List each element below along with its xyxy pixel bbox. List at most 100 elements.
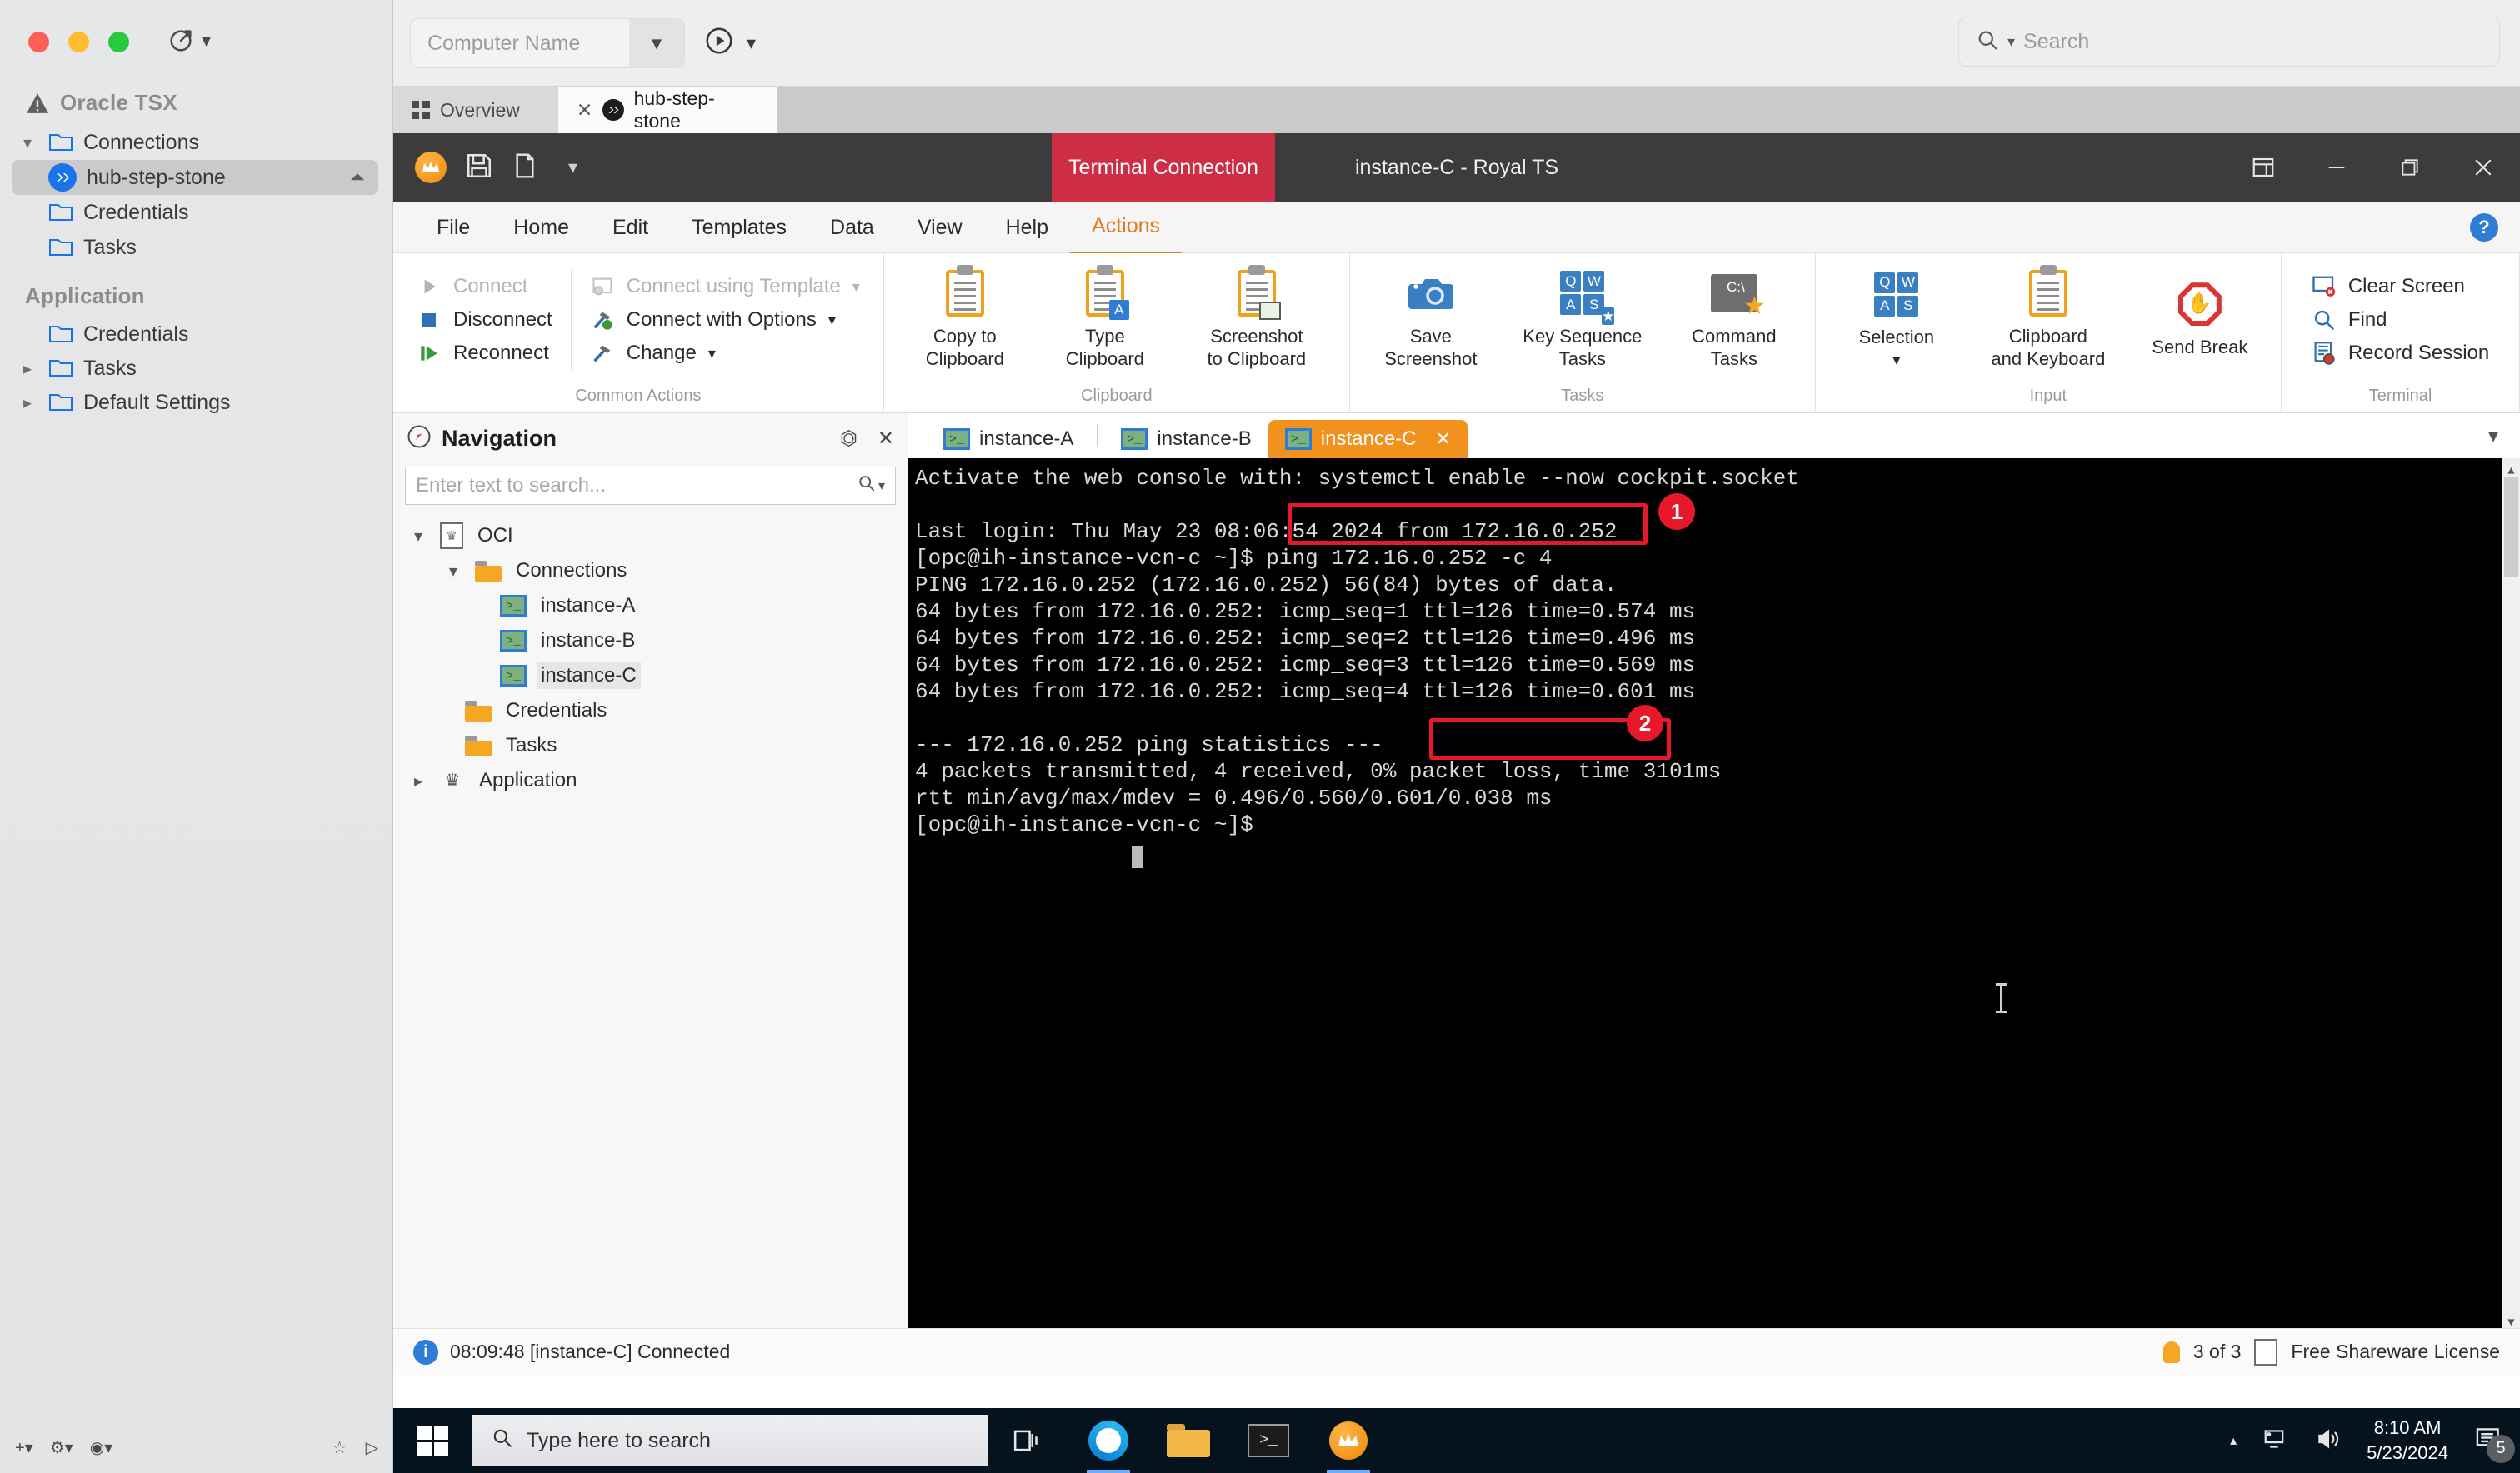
add-item-button[interactable]: +▾	[15, 1437, 33, 1458]
selection-button[interactable]: QWAS Selection ▾	[1834, 267, 1959, 372]
tree-node-instance-c[interactable]: >_ instance-C	[393, 658, 908, 693]
tree-node-connections[interactable]: ▾ Connections	[393, 553, 908, 588]
close-window-button[interactable]	[28, 32, 49, 52]
volume-icon[interactable]	[2315, 1426, 2342, 1456]
new-document-icon[interactable]	[512, 152, 538, 184]
menu-home[interactable]: Home	[492, 202, 591, 253]
menu-help[interactable]: Help	[984, 202, 1070, 253]
eject-icon[interactable]: ⏶	[350, 167, 365, 188]
taskbar-royalts-button[interactable]	[1308, 1408, 1388, 1473]
mac-search-input[interactable]: ▾ Search	[1958, 17, 2500, 67]
type-clipboard-button[interactable]: A Type Clipboard	[1042, 267, 1168, 374]
royalts-crown-icon[interactable]	[415, 152, 447, 183]
scrollbar-thumb[interactable]	[2504, 477, 2518, 577]
clipboard-and-keyboard-button[interactable]: Clipboard and Keyboard	[1974, 267, 2122, 374]
taskbar-edge-button[interactable]	[1068, 1408, 1148, 1473]
notification-center-button[interactable]: 5	[2473, 1426, 2515, 1463]
save-icon[interactable]	[465, 152, 493, 184]
mac-item-connections[interactable]: ▾ Connections	[12, 125, 378, 160]
search-input[interactable]	[416, 474, 858, 497]
minimize-button[interactable]	[2300, 133, 2373, 202]
terminal-scrollbar[interactable]: ▲ ▼	[2502, 458, 2520, 1328]
refresh-menu-button[interactable]: ▾	[167, 27, 211, 55]
help-icon[interactable]: ?	[2470, 212, 2498, 242]
mac-item-tasks[interactable]: Tasks	[12, 230, 378, 265]
mac-app-item-credentials[interactable]: Credentials	[12, 317, 378, 352]
start-button[interactable]	[393, 1408, 472, 1473]
scroll-down-icon[interactable]: ▼	[2502, 1310, 2520, 1328]
tree-node-instance-a[interactable]: >_ instance-A	[393, 588, 908, 623]
mac-item-hub-step-stone[interactable]: hub-step-stone ⏶	[12, 160, 378, 195]
tree-node-application[interactable]: ▸ ♛ Application	[393, 763, 908, 798]
close-icon[interactable]: ✕	[1436, 428, 1451, 450]
terminal-tab-instance-a[interactable]: >_ instance-A	[927, 420, 1090, 458]
close-icon[interactable]: ✕	[878, 427, 894, 451]
maximize-button[interactable]	[2373, 133, 2447, 202]
restore-layout-icon[interactable]	[2227, 133, 2300, 202]
chevron-down-icon[interactable]: ▾	[2488, 424, 2520, 448]
record-session-button[interactable]: Record Session	[2312, 341, 2489, 366]
camera-icon	[1408, 270, 1454, 317]
mac-app-item-default-settings[interactable]: ▸ Default Settings	[12, 385, 378, 420]
chevron-down-icon[interactable]: ▾	[878, 477, 885, 494]
chevron-down-icon[interactable]: ▾	[557, 157, 578, 178]
save-screenshot-button[interactable]: Save Screenshot	[1368, 267, 1493, 374]
taskbar-clock[interactable]: 8:10 AM 5/23/2024	[2367, 1416, 2448, 1465]
play-icon[interactable]: ▷	[366, 1437, 378, 1458]
show-hidden-icons-button[interactable]: ▴	[2230, 1432, 2237, 1449]
scroll-up-icon[interactable]: ▲	[2502, 458, 2520, 478]
taskbar-search-box[interactable]: Type here to search	[472, 1415, 988, 1466]
close-button[interactable]	[2447, 133, 2520, 202]
tab-overview[interactable]: Overview	[393, 87, 558, 133]
connect-using-template-button[interactable]: Connect using Template ▾	[590, 274, 860, 299]
find-button[interactable]: Find	[2312, 307, 2489, 332]
chevron-down-icon[interactable]: ▾	[407, 526, 430, 547]
menu-edit[interactable]: Edit	[591, 202, 670, 253]
chevron-down-icon[interactable]: ▾	[629, 19, 684, 67]
disconnect-button[interactable]: Disconnect	[417, 307, 552, 332]
taskbar-explorer-button[interactable]	[1148, 1408, 1228, 1473]
tab-hub-step-stone[interactable]: ✕ hub-step-stone	[558, 87, 777, 133]
favorite-star-icon[interactable]: ☆	[332, 1437, 348, 1458]
chevron-down-icon[interactable]: ▾	[442, 561, 465, 582]
pin-icon[interactable]: ⏣	[840, 427, 858, 451]
taskbar-terminal-button[interactable]: >_	[1228, 1408, 1308, 1473]
menu-file[interactable]: File	[415, 202, 492, 253]
terminal-tab-instance-b[interactable]: >_ instance-B	[1104, 420, 1268, 458]
screenshot-to-clipboard-button[interactable]: Screenshot to Clipboard	[1182, 267, 1331, 374]
license-label[interactable]: Free Shareware License	[2291, 1341, 2500, 1363]
status-circle-icon[interactable]: ◉▾	[90, 1437, 113, 1458]
connect-button[interactable]: Connect	[417, 274, 552, 299]
close-icon[interactable]: ✕	[577, 99, 592, 122]
minimize-window-button[interactable]	[68, 32, 89, 52]
connect-play-control[interactable]: ▾	[703, 25, 756, 61]
terminal-output-area[interactable]: Activate the web console with: systemctl…	[908, 458, 2520, 1328]
menu-view[interactable]: View	[896, 202, 984, 253]
network-icon[interactable]	[2262, 1426, 2290, 1456]
tree-node-instance-b[interactable]: >_ instance-B	[393, 623, 908, 658]
tree-node-credentials[interactable]: Credentials	[393, 693, 908, 728]
menu-actions[interactable]: Actions	[1070, 200, 1182, 254]
key-sequence-tasks-button[interactable]: Q W A S ★ Key Sequence Tasks	[1508, 267, 1657, 374]
settings-gear-icon[interactable]: ⚙▾	[50, 1437, 73, 1458]
reconnect-button[interactable]: Reconnect	[417, 341, 552, 366]
computer-name-combo[interactable]: Computer Name ▾	[410, 18, 685, 68]
copy-to-clipboard-button[interactable]: Copy to Clipboard	[902, 267, 1028, 374]
change-button[interactable]: Change ▾	[590, 341, 860, 366]
connect-with-options-button[interactable]: Connect with Options ▾	[590, 307, 860, 332]
terminal-tab-instance-c[interactable]: >_ instance-C ✕	[1268, 420, 1468, 458]
search-icon[interactable]	[858, 474, 876, 497]
send-break-button[interactable]: ✋ Send Break	[2138, 277, 2262, 362]
mac-app-item-tasks[interactable]: ▸ Tasks	[12, 351, 378, 386]
tree-node-tasks[interactable]: Tasks	[393, 728, 908, 763]
tree-node-oci[interactable]: ▾ ♛ OCI	[393, 518, 908, 553]
menu-templates[interactable]: Templates	[670, 202, 808, 253]
chevron-right-icon[interactable]: ▸	[407, 771, 430, 791]
navigation-search[interactable]: ▾	[405, 467, 896, 505]
menu-data[interactable]: Data	[808, 202, 896, 253]
maximize-window-button[interactable]	[108, 32, 129, 52]
clear-screen-button[interactable]: Clear Screen	[2312, 274, 2489, 299]
mac-item-credentials[interactable]: Credentials	[12, 195, 378, 230]
task-view-button[interactable]	[988, 1408, 1068, 1473]
command-tasks-button[interactable]: C:\ ★ Command Tasks	[1672, 267, 1797, 374]
